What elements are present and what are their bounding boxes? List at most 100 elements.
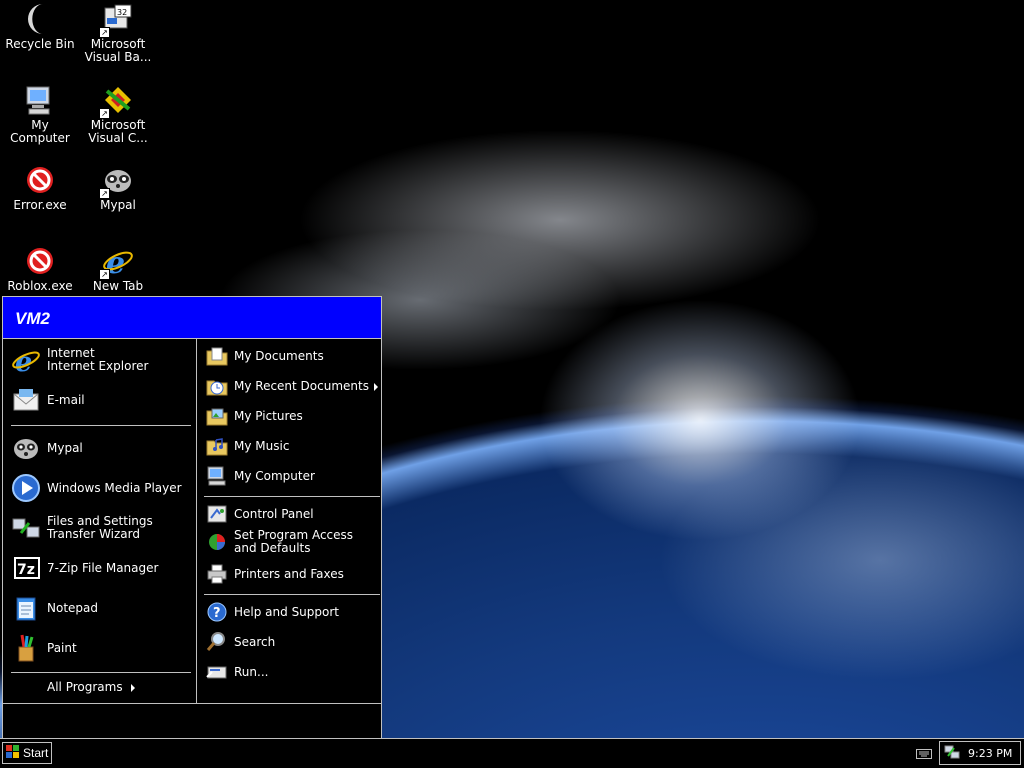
clock[interactable]: 9:23 PM (968, 747, 1012, 760)
desktop-icon-recycle-bin[interactable]: Recycle Bin (0, 2, 80, 51)
start-menu-item-my-computer[interactable]: My Computer (206, 465, 315, 487)
control-panel-icon (206, 503, 228, 525)
pictures-folder-icon (206, 405, 228, 427)
desktop-icon-visual-c[interactable]: ↗ Microsoft Visual C... (78, 83, 158, 145)
transfer-wizard-icon (11, 513, 41, 543)
svg-text:?: ? (213, 606, 221, 621)
mypal-icon: ↗ (99, 163, 135, 199)
computer-icon (206, 465, 228, 487)
internet-explorer-icon: e (11, 345, 41, 378)
start-menu-item-help-support[interactable]: ? Help and Support (206, 601, 339, 623)
desktop-icon-mypal[interactable]: ↗ Mypal (78, 163, 158, 212)
start-menu-separator (11, 425, 191, 426)
svg-text:32: 32 (117, 8, 127, 17)
all-programs-label: All Programs (47, 680, 123, 694)
help-icon: ? (206, 601, 228, 623)
start-menu-item-label: Help and Support (234, 604, 339, 619)
start-menu: VM2 e Internet Internet Explorer E-mail … (2, 296, 382, 739)
network-icon[interactable] (944, 744, 960, 763)
start-menu-item-paint[interactable]: Paint (11, 633, 77, 663)
start-menu-item-sublabel: and Defaults (234, 541, 311, 555)
start-menu-item-label: My Computer (234, 468, 315, 483)
start-menu-item-set-program-access[interactable]: Set Program Access and Defaults (206, 529, 353, 555)
shortcut-arrow-icon: ↗ (99, 188, 110, 199)
start-menu-item-my-pictures[interactable]: My Pictures (206, 405, 303, 427)
start-menu-item-7zip[interactable]: 7z 7-Zip File Manager (11, 553, 158, 583)
error-icon (23, 163, 57, 197)
start-menu-item-label: Notepad (47, 600, 98, 615)
start-menu-left-pane: e Internet Internet Explorer E-mail Mypa… (3, 339, 197, 703)
start-menu-item-sublabel: Transfer Wizard (47, 527, 140, 541)
computer-icon (23, 83, 57, 117)
start-menu-separator (11, 672, 191, 673)
visual-basic-icon: 32 ↗ (99, 2, 135, 38)
start-menu-item-my-recent-documents[interactable]: My Recent Documents (206, 375, 369, 397)
start-menu-item-internet[interactable]: e Internet Internet Explorer (11, 345, 148, 378)
shortcut-arrow-icon: ↗ (99, 27, 110, 38)
run-icon (206, 661, 228, 683)
start-menu-separator (204, 594, 380, 595)
desktop-icon-label: My Computer (10, 118, 70, 145)
start-menu-item-printers-faxes[interactable]: Printers and Faxes (206, 563, 344, 585)
svg-text:e: e (15, 347, 32, 375)
error-icon (23, 244, 57, 278)
visual-c-icon: ↗ (99, 83, 135, 119)
notepad-icon (11, 593, 41, 623)
recent-documents-arrow-icon (374, 383, 378, 391)
start-button-label: Start (23, 746, 49, 760)
all-programs-button[interactable]: All Programs (47, 681, 123, 694)
program-access-icon (206, 531, 228, 553)
desktop-icon-my-computer[interactable]: My Computer (0, 83, 80, 145)
start-menu-item-label: 7-Zip File Manager (47, 560, 159, 575)
documents-folder-icon (206, 345, 228, 367)
7zip-icon: 7z (11, 553, 41, 583)
start-menu-item-label: My Pictures (234, 408, 303, 423)
system-tray: 9:23 PM (939, 741, 1021, 765)
start-menu-item-search[interactable]: Search (206, 631, 275, 653)
paint-icon (11, 633, 41, 663)
desktop-icon-new-tab[interactable]: e ↗ New Tab (78, 244, 158, 293)
all-programs-arrow-icon (131, 684, 135, 692)
start-menu-item-label: My Recent Documents (234, 378, 369, 393)
start-menu-item-label: Control Panel (234, 506, 314, 521)
start-menu-item-label: Windows Media Player (47, 480, 182, 495)
desktop-icon-label: Microsoft Visual C... (88, 118, 148, 145)
start-menu-right-pane: My Documents My Recent Documents My Pict… (198, 339, 381, 703)
start-menu-item-label: My Music (234, 438, 290, 453)
start-menu-item-label: Run... (234, 664, 269, 679)
recent-documents-icon (206, 375, 228, 397)
printer-icon (206, 563, 228, 585)
desktop-icon-label: New Tab (92, 279, 144, 293)
keyboard-icon[interactable] (916, 748, 932, 762)
start-menu-item-my-documents[interactable]: My Documents (206, 345, 324, 367)
start-menu-item-files-settings-transfer[interactable]: Files and Settings Transfer Wizard (11, 513, 153, 543)
mypal-icon (11, 433, 41, 463)
start-menu-item-email[interactable]: E-mail (11, 385, 85, 415)
start-menu-item-label: My Documents (234, 348, 324, 363)
desktop-icon-label: Microsoft Visual Ba... (84, 37, 152, 64)
start-menu-item-windows-media-player[interactable]: Windows Media Player (11, 473, 182, 503)
start-menu-user-title: VM2 (3, 297, 381, 339)
email-icon (11, 385, 41, 415)
windows-logo-icon (6, 744, 20, 762)
desktop-icon-error-exe[interactable]: Error.exe (0, 163, 80, 212)
desktop-icon-label: Error.exe (13, 198, 67, 212)
media-player-icon (11, 473, 41, 503)
start-menu-item-my-music[interactable]: My Music (206, 435, 289, 457)
start-button[interactable]: Start (2, 742, 52, 764)
start-menu-item-control-panel[interactable]: Control Panel (206, 503, 314, 525)
internet-explorer-icon: e ↗ (99, 244, 135, 281)
start-menu-item-run[interactable]: Run... (206, 661, 268, 683)
moon-recycle-bin-icon (23, 2, 57, 36)
start-menu-item-mypal[interactable]: Mypal (11, 433, 83, 463)
search-icon (206, 631, 228, 653)
desktop-icon-visual-basic[interactable]: 32 ↗ Microsoft Visual Ba... (78, 2, 158, 64)
start-menu-item-label: Mypal (47, 440, 83, 455)
shortcut-arrow-icon: ↗ (99, 108, 110, 119)
desktop-icon-roblox-exe[interactable]: Roblox.exe (0, 244, 80, 293)
music-folder-icon (206, 435, 228, 457)
start-menu-item-label: Search (234, 634, 276, 649)
svg-text:7z: 7z (17, 562, 35, 578)
shortcut-arrow-icon: ↗ (99, 269, 110, 280)
start-menu-item-notepad[interactable]: Notepad (11, 593, 98, 623)
